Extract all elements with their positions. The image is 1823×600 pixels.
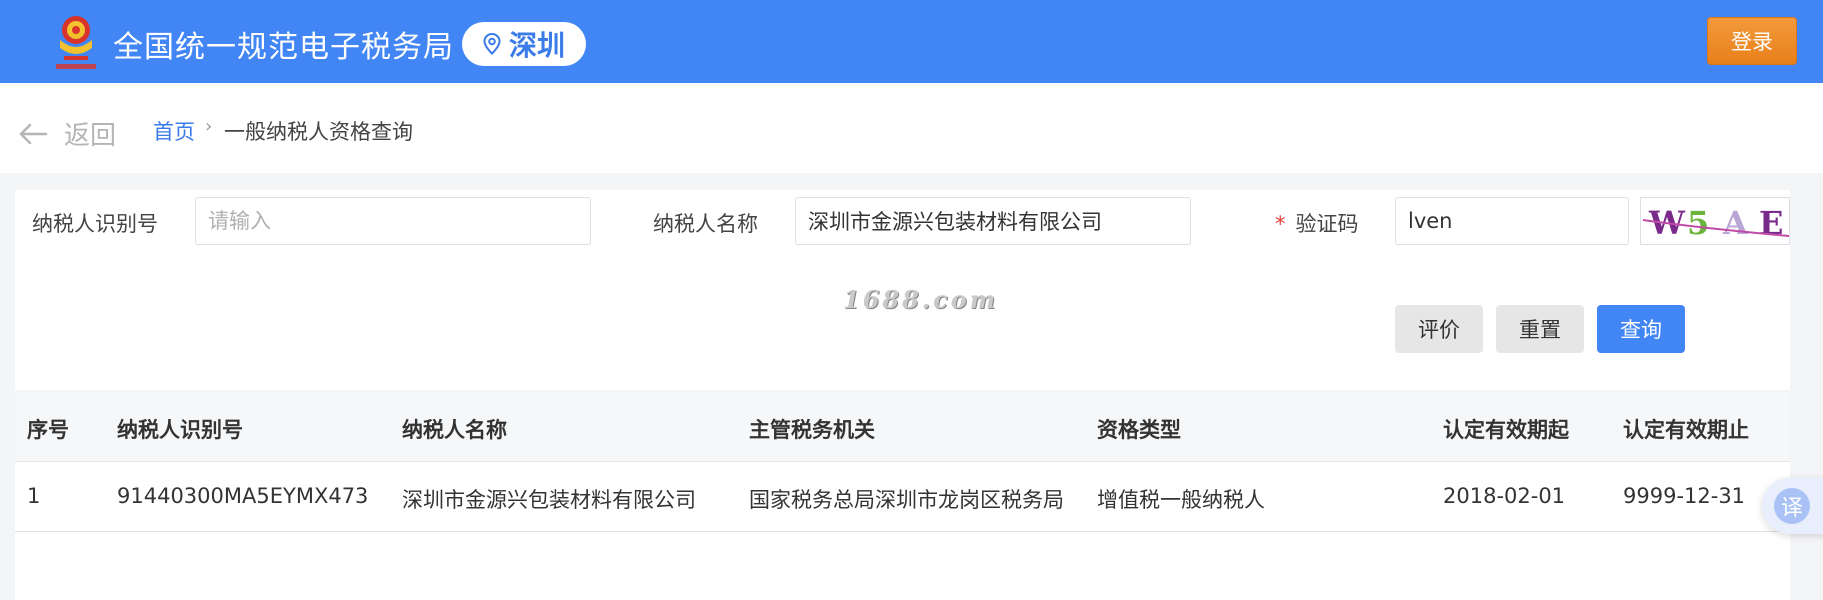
evaluate-button[interactable]: 评价 [1395, 305, 1483, 353]
column-header: 认定有效期止 [1623, 418, 1749, 442]
column-header: 纳税人名称 [402, 418, 507, 442]
captcha-char: E [1759, 204, 1783, 242]
top-header: 全国统一规范电子税务局 深圳 登录 [0, 0, 1823, 83]
column-header: 资格类型 [1097, 418, 1181, 442]
taxpayer-name-input[interactable] [795, 197, 1191, 245]
table-cell: 增值税一般纳税人 [1097, 488, 1265, 512]
table-row: 1 91440300MA5EYMX473 深圳市金源兴包装材料有限公司 国家税务… [15, 462, 1790, 532]
captcha-label: * 验证码 [1275, 208, 1359, 238]
translate-button[interactable]: 译 [1762, 478, 1823, 534]
captcha-label-text: 验证码 [1295, 212, 1359, 236]
reset-button[interactable]: 重置 [1496, 305, 1584, 353]
breadcrumb-home-link[interactable]: 首页 [153, 116, 195, 146]
column-header: 序号 [27, 418, 69, 442]
back-label: 返回 [64, 121, 117, 151]
captcha-image[interactable]: W 5 A E [1640, 197, 1790, 245]
watermark: 1688.com [843, 285, 999, 314]
table-cell: 国家税务总局深圳市龙岗区税务局 [749, 488, 1064, 512]
breadcrumb-bar: 返回 首页 › 一般纳税人资格查询 [0, 83, 1823, 173]
translate-icon: 译 [1774, 488, 1810, 524]
login-button[interactable]: 登录 [1707, 17, 1797, 65]
captcha-char: A [1722, 204, 1749, 242]
national-tax-emblem-icon [56, 16, 96, 69]
taxpayer-id-label: 纳税人识别号 [32, 212, 158, 236]
arrow-left-icon [19, 123, 48, 144]
table-cell: 9999-12-31 [1623, 484, 1746, 508]
table-cell: 1 [27, 484, 41, 508]
site-title: 全国统一规范电子税务局 [113, 30, 454, 65]
captcha-char: 5 [1687, 204, 1709, 242]
column-header: 主管税务机关 [749, 418, 875, 442]
city-name: 深圳 [508, 29, 565, 62]
captcha-input[interactable] [1395, 197, 1629, 245]
city-selector[interactable]: 深圳 [462, 22, 586, 66]
column-header: 认定有效期起 [1443, 418, 1569, 442]
table-cell: 2018-02-01 [1443, 484, 1566, 508]
taxpayer-id-input[interactable] [195, 197, 591, 245]
taxpayer-name-label: 纳税人名称 [653, 212, 758, 236]
table-cell: 深圳市金源兴包装材料有限公司 [402, 488, 696, 512]
breadcrumb-current-page: 一般纳税人资格查询 [224, 120, 413, 144]
column-header: 纳税人识别号 [117, 418, 243, 442]
back-button[interactable]: 返回 [18, 115, 116, 152]
location-pin-icon [483, 33, 501, 55]
breadcrumb-separator: › [205, 116, 213, 137]
table-header: 序号 纳税人识别号 纳税人名称 主管税务机关 资格类型 认定有效期起 认定有效期… [15, 392, 1790, 462]
required-mark: * [1275, 212, 1286, 236]
results-table: 序号 纳税人识别号 纳税人名称 主管税务机关 资格类型 认定有效期起 认定有效期… [15, 392, 1790, 600]
query-button[interactable]: 查询 [1597, 305, 1685, 353]
table-cell: 91440300MA5EYMX473 [117, 484, 369, 508]
